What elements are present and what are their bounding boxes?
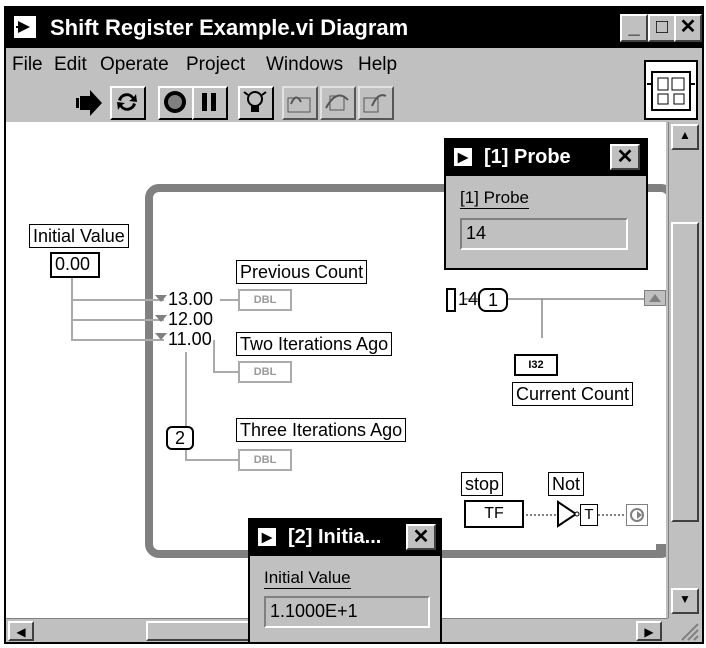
run-continuously-button[interactable] (110, 86, 146, 120)
highlight-execution-button[interactable] (238, 86, 274, 120)
menu-project[interactable]: Project (186, 54, 245, 76)
connector-pane-icon[interactable] (644, 60, 698, 120)
two-iterations-ago-indicator[interactable]: DBL (238, 361, 292, 383)
menu-file[interactable]: File (12, 54, 43, 76)
current-count-indicator[interactable]: I32 (514, 354, 558, 376)
current-count-label: Current Count (512, 382, 634, 406)
probe-1-icon (452, 146, 474, 168)
vertical-scroll-thumb[interactable] (671, 222, 699, 522)
probe-2-title: [2] Initia... (288, 526, 382, 548)
probe-window-2[interactable]: [2] Initia... ✕ Initial Value 1.1000E+1 (248, 518, 442, 644)
menu-windows[interactable]: Windows (266, 54, 343, 76)
step-over-button[interactable] (320, 86, 356, 120)
stop-control[interactable]: TF (464, 500, 524, 528)
shift-register-right-terminal[interactable] (644, 290, 666, 306)
vi-icon (12, 14, 38, 40)
loop-constant-2[interactable]: 2 (166, 426, 194, 450)
not-function-icon[interactable] (556, 500, 580, 528)
two-iterations-ago-label: Two Iterations Ago (236, 332, 393, 356)
shift-register-value-1: 13.00 (168, 289, 214, 309)
iteration-terminal[interactable] (446, 288, 456, 312)
initial-value-label: Initial Value (29, 224, 129, 248)
shift-register-value-2: 12.00 (168, 309, 214, 329)
shift-register-value-3: 11.00 (168, 329, 212, 349)
probe-2-value: 1.1000E+1 (264, 596, 430, 628)
probe-2-icon (256, 526, 278, 548)
close-button[interactable]: ✕ (674, 14, 702, 42)
three-iterations-ago-label: Three Iterations Ago (236, 418, 407, 442)
vertical-scrollbar[interactable]: ▲ ▼ (668, 122, 702, 618)
abort-button[interactable] (158, 86, 194, 120)
resize-grip[interactable] (668, 618, 702, 642)
diagram-window: Shift Register Example.vi Diagram _ □ ✕ … (4, 6, 704, 644)
title-bar[interactable]: Shift Register Example.vi Diagram _ □ ✕ (6, 8, 702, 48)
run-arrow-icon[interactable] (76, 88, 104, 118)
scroll-up-button[interactable]: ▲ (671, 124, 699, 150)
window-title: Shift Register Example.vi Diagram (50, 15, 409, 40)
conditional-terminal-icon[interactable] (626, 504, 648, 526)
menu-operate[interactable]: Operate (100, 54, 169, 76)
scroll-right-button[interactable]: ▶ (636, 621, 662, 641)
probe-window-1[interactable]: [1] Probe ✕ [1] Probe 14 (444, 138, 648, 270)
probe-1-close-button[interactable]: ✕ (610, 144, 640, 170)
menu-edit[interactable]: Edit (54, 54, 87, 76)
previous-count-label: Previous Count (236, 260, 368, 284)
not-output-boolean: T (580, 504, 598, 526)
stop-label: stop (461, 472, 504, 496)
pause-button[interactable] (192, 86, 228, 120)
minimize-button[interactable]: _ (620, 14, 648, 42)
probe-1-title: [1] Probe (484, 146, 571, 168)
previous-count-indicator[interactable]: DBL (238, 289, 292, 311)
probe-2-close-button[interactable]: ✕ (406, 524, 436, 550)
three-iterations-ago-indicator[interactable]: DBL (238, 449, 292, 471)
probe-1-label: [1] Probe (460, 188, 529, 209)
initial-value-control[interactable]: 0.00 (50, 252, 100, 278)
shift-register-left-arrows[interactable] (154, 288, 168, 344)
iteration-value: 14 (458, 289, 479, 309)
scroll-down-button[interactable]: ▼ (671, 588, 699, 614)
step-into-button[interactable] (282, 86, 318, 120)
probe-1-value: 14 (460, 218, 628, 250)
step-out-button[interactable] (358, 86, 394, 120)
probe-2-label: Initial Value (264, 568, 351, 589)
maximize-button[interactable]: □ (648, 14, 676, 42)
menu-help[interactable]: Help (358, 54, 397, 76)
not-label: Not (548, 472, 585, 496)
increment-constant[interactable]: 1 (478, 288, 508, 312)
menu-bar: File Edit Operate Project Windows Help (6, 48, 702, 82)
probe-2-titlebar[interactable]: [2] Initia... ✕ (250, 520, 440, 556)
scroll-left-button[interactable]: ◀ (8, 621, 34, 641)
probe-1-titlebar[interactable]: [1] Probe ✕ (446, 140, 646, 176)
